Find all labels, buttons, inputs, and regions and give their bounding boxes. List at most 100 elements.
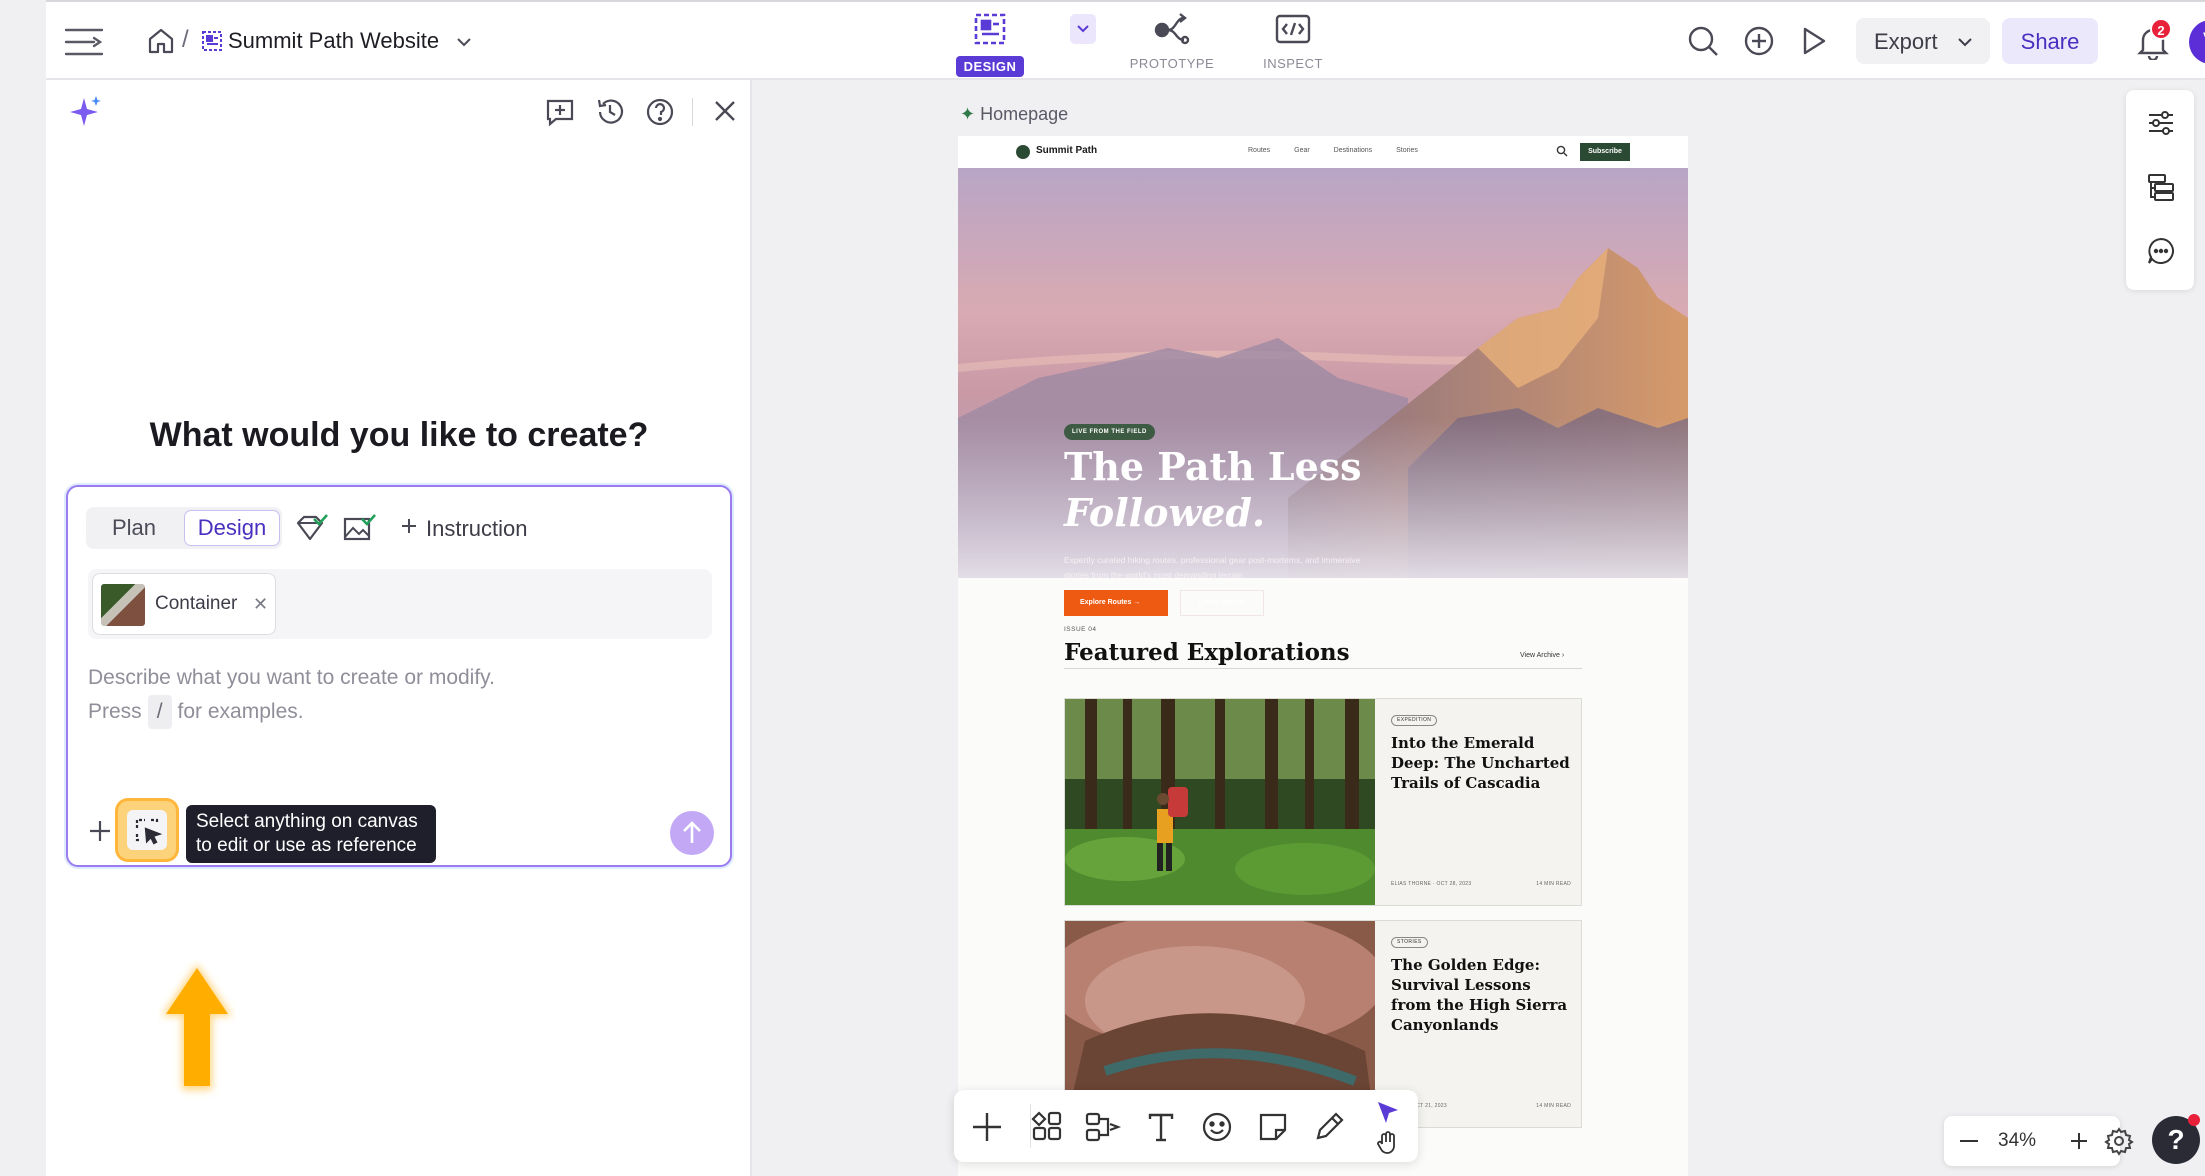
placeholder-press: Press <box>88 700 142 723</box>
search-icon[interactable] <box>1686 24 1720 58</box>
mode-switch: Plan Design <box>86 507 282 549</box>
select-on-canvas-inner <box>127 810 167 850</box>
components-icon[interactable] <box>1030 1110 1064 1144</box>
image-check-icon[interactable] <box>342 513 376 543</box>
design-system-check-icon[interactable] <box>294 513 328 543</box>
tab-inspect[interactable]: INSPECT <box>1256 10 1330 71</box>
hero-headline-line1: The Path Less <box>1064 444 1362 489</box>
mode-design-button[interactable]: Design <box>184 510 280 546</box>
reference-thumbnail <box>101 584 145 626</box>
text-icon[interactable] <box>1144 1110 1178 1144</box>
zoom-out-button[interactable] <box>1960 1140 1978 1142</box>
site-brand: Summit Path <box>1036 145 1098 156</box>
zoom-in-icon[interactable] <box>2068 1130 2090 1152</box>
export-button[interactable]: Export <box>1856 18 1990 64</box>
flow-icon[interactable] <box>1084 1110 1122 1144</box>
settings-icon[interactable] <box>2104 1126 2134 1156</box>
send-button[interactable] <box>670 811 714 855</box>
pen-icon[interactable] <box>1312 1110 1346 1144</box>
tooltip: Select anything on canvas to edit or use… <box>186 805 436 863</box>
project-icon <box>202 31 222 51</box>
hero-description: Expertly curated hiking routes, professi… <box>1064 555 1361 580</box>
tooltip-line2: to edit or use as reference <box>196 835 417 856</box>
card-author: ELIAS THORNE · OCT 28, 2023 <box>1391 881 1472 887</box>
project-name[interactable]: Summit Path Website <box>228 28 439 54</box>
hero-primary-button: Explore Routes → <box>1064 590 1168 616</box>
chevron-down-icon[interactable] <box>454 32 474 52</box>
sliders-icon[interactable] <box>2146 108 2176 138</box>
hero-tag: LIVE FROM THE FIELD <box>1064 424 1155 440</box>
issue-label: ISSUE 04 <box>1064 626 1097 633</box>
site-nav-link: Destinations <box>1333 147 1373 154</box>
help-circle-icon[interactable] <box>644 96 676 128</box>
export-label: Export <box>1874 29 1938 54</box>
prompt-input[interactable]: Describe what you want to create or modi… <box>88 661 495 729</box>
artboard-label[interactable]: ✦ Homepage <box>960 104 1068 125</box>
tooltip-line1: Select anything on canvas <box>196 811 418 832</box>
share-button[interactable]: Share <box>2002 18 2098 64</box>
ai-panel: What would you like to create? Plan Desi… <box>46 80 752 1176</box>
tab-design[interactable]: DESIGN <box>952 10 1028 77</box>
hero-headline: The Path Less Followed. <box>1064 444 1362 536</box>
home-icon[interactable] <box>146 26 176 56</box>
arrow-up-icon <box>683 821 701 843</box>
tab-prototype-label: PROTOTYPE <box>1129 56 1215 71</box>
site-nav-link: Gear <box>1294 147 1310 154</box>
tab-design-label: DESIGN <box>955 56 1025 77</box>
frame-icon: ✦ <box>960 104 976 124</box>
zoom-level[interactable]: 34% <box>1998 1130 2036 1152</box>
layers-icon[interactable] <box>2146 172 2176 202</box>
canvas[interactable]: ✦ Homepage Summit Path Routes Gear Desti… <box>754 80 2205 1176</box>
hand-icon[interactable] <box>1374 1130 1400 1156</box>
prompt-composer: Plan Design Instruction Container ✕ Desc… <box>66 485 732 867</box>
breadcrumb-separator: / <box>182 26 189 53</box>
tab-inspect-label: INSPECT <box>1263 56 1323 71</box>
card-meta: ELIAS THORNE · OCT 28, 2023 14 MIN READ <box>1391 881 1571 887</box>
reference-chip[interactable]: Container ✕ <box>92 573 276 635</box>
section-divider <box>1064 668 1582 669</box>
history-icon[interactable] <box>594 96 626 128</box>
chevron-down-icon <box>1077 25 1089 33</box>
select-cursor-icon <box>135 818 163 845</box>
add-icon[interactable] <box>970 1110 1004 1144</box>
emoji-icon[interactable] <box>1200 1110 1234 1144</box>
pointer-icon[interactable] <box>1372 1098 1402 1128</box>
menu-icon[interactable] <box>64 22 104 62</box>
plus-icon <box>402 519 416 533</box>
artboard-name: Homepage <box>980 104 1069 124</box>
add-instruction-button[interactable]: Instruction <box>426 516 528 542</box>
site-nav-link: Stories <box>1396 147 1418 154</box>
attach-plus-icon[interactable] <box>86 817 114 845</box>
placeholder-examples: for examples. <box>177 700 304 723</box>
card-meta: ELIAS · OCT 21, 2023 14 MIN READ <box>1391 1103 1571 1109</box>
select-on-canvas-button[interactable] <box>118 801 176 859</box>
new-chat-icon[interactable] <box>544 96 576 128</box>
placeholder-line2: Press / for examples. <box>88 695 495 729</box>
article-card: EXPEDITION Into the Emerald Deep: The Un… <box>1064 698 1582 906</box>
tab-prototype[interactable]: PROTOTYPE <box>1122 10 1222 71</box>
right-sidebar <box>2126 90 2194 290</box>
site-subscribe-button: Subscribe <box>1580 143 1630 161</box>
hint-arrow-icon <box>162 964 232 1090</box>
close-icon[interactable] <box>710 96 740 126</box>
code-icon <box>1275 14 1311 44</box>
mode-dropdown[interactable] <box>1070 14 1096 44</box>
design-mode-icon <box>974 13 1006 45</box>
card-tag: STORIES <box>1391 937 1428 948</box>
remove-reference-icon[interactable]: ✕ <box>253 594 268 615</box>
reference-chip-label: Container <box>155 593 238 614</box>
play-icon[interactable] <box>1796 24 1830 58</box>
add-circle-icon[interactable] <box>1742 24 1776 58</box>
panel-heading: What would you like to create? <box>149 416 649 454</box>
comment-icon[interactable] <box>2146 236 2176 266</box>
hero-secondary-button: Latest Stories <box>1180 590 1264 616</box>
artboard-homepage[interactable]: Summit Path Routes Gear Destinations Sto… <box>958 136 1688 1176</box>
site-nav-links: Routes Gear Destinations Stories <box>1248 147 1428 154</box>
sticky-note-icon[interactable] <box>1256 1110 1290 1144</box>
mode-plan-button[interactable]: Plan <box>86 507 182 549</box>
zoom-control: 34% <box>1944 1116 2120 1166</box>
avatar[interactable]: V <box>2189 20 2205 64</box>
slash-key: / <box>147 695 172 729</box>
card-read-time: 14 MIN READ <box>1536 1103 1571 1109</box>
card-title: The Golden Edge: Survival Lessons from t… <box>1391 956 1568 1034</box>
